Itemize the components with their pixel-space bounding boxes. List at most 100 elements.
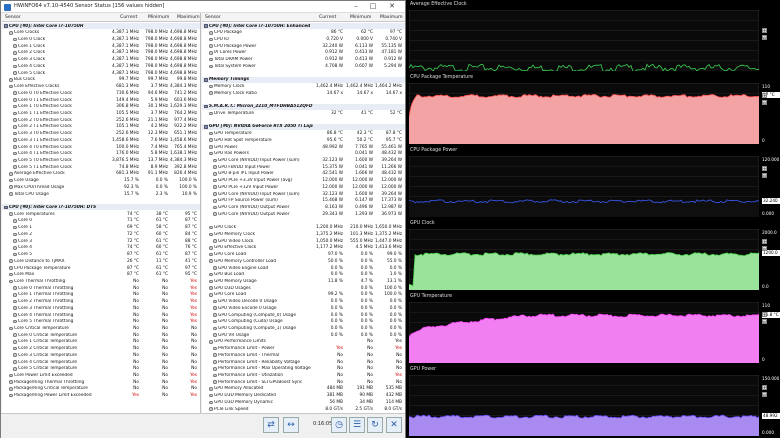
sensor-row[interactable]: Core 3 72 °C 61 °C 88 °C xyxy=(2,238,200,244)
column-sensor[interactable]: Sensor xyxy=(205,15,221,20)
sensor-row[interactable]: Drive Temperature 32 °C 41 °C 52 °C xyxy=(202,110,405,116)
sensor-group-header[interactable]: CPU [#0]: Intel Core i7-10750H: Enhanced xyxy=(202,23,405,29)
sensor-row[interactable]: Core 4 Thermal Throttling No No Yes xyxy=(2,312,200,318)
sensor-row[interactable]: CPU Package 86 °C 62 °C 97 °C xyxy=(202,30,405,36)
sensor-row[interactable]: Core 2 T0 Effective Clock 252.6 MHz 21.1 M… xyxy=(2,117,200,123)
sensor-row[interactable]: GPU 8-pin #1 Input Power 42.541 W 1.666 W 4… xyxy=(202,171,405,177)
zoom-icon[interactable]: + xyxy=(762,239,767,244)
sensor-row[interactable]: GPU Rail Powers 0.041 W 48.432 W xyxy=(202,151,405,157)
sensor-row[interactable]: GPU Video Clock 1,050.0 MHz 555.0 MHz 1,447… xyxy=(202,238,405,244)
sensor-row[interactable] xyxy=(202,97,405,103)
sensor-row[interactable]: Core 2 Clock 4,387.1 MHz 798.0 MHz 4,698.8 … xyxy=(2,50,200,56)
sensor-row[interactable]: Core 3 T0 Effective Clock 252.6 MHz 12.3 M… xyxy=(2,131,200,137)
sensor-row[interactable]: Average Effective Clock 681.3 MHz 91.1 MHz… xyxy=(2,171,200,177)
zoom-icon[interactable]: + xyxy=(762,312,767,317)
expand-icon[interactable]: ↔ xyxy=(283,417,299,433)
sensor-row[interactable]: GPU Hot Spot Temperature 95.6 °C 50.2 °C 95… xyxy=(202,137,405,143)
sensor-row[interactable]: GPU Effective Clock 1,177.2 MHz 4.5 MHz 1,4… xyxy=(202,245,405,251)
zoom-icon[interactable]: + xyxy=(762,385,767,390)
sensor-row[interactable]: GPU D3D Usages 0.0 % 100.0 % xyxy=(202,285,405,291)
sensor-row[interactable]: PCIe Link Speed 8.0 GT/s 2.5 GT/s 8.0 GT/s xyxy=(202,406,405,412)
sensor-row[interactable]: Core 5 87 °C 61 °C 87 °C xyxy=(2,251,200,257)
sensor-row[interactable]: GPU FP Source Power (sum) 15.468 W 6.147 W… xyxy=(202,198,405,204)
settings-icon[interactable]: ▫ xyxy=(762,391,767,397)
sensor-row[interactable]: Package/Ring Thermal Throttling No No Yes xyxy=(2,379,200,385)
sensor-row[interactable]: Performance Limit - Utilization No No Yes xyxy=(202,372,405,378)
sensor-row[interactable]: Memory Clock 1,462.4 MHz 1,462.4 MHz 1,464.… xyxy=(202,83,405,89)
sensor-row[interactable]: Core 4 Critical Temperature No No No xyxy=(2,359,200,365)
sensor-row[interactable]: Core 1 T0 Effective Clock 306.8 MHz 30.1 M… xyxy=(2,104,200,110)
zoom-icon[interactable]: + xyxy=(762,93,767,98)
sensor-row[interactable]: Core 3 Clock 4,387.1 MHz 798.0 MHz 4,698.8 … xyxy=(2,57,200,63)
sensor-row[interactable] xyxy=(202,70,405,76)
sensor-group-header[interactable]: GPU [#0]: NVIDIA GeForce RTX 2050 Ti Lap… xyxy=(202,123,405,130)
close-button[interactable]: ✕ xyxy=(385,1,399,13)
sensor-row[interactable]: GPU Memory Controller Load 50.0 % 0.0 % 55.… xyxy=(202,258,405,264)
sensor-row[interactable]: Core Effective Clocks 681.3 MHz 3.7 MHz 4,3… xyxy=(2,83,200,89)
sensor-row[interactable]: GPU Core (NVVDD) Input Power (sum) 32.123… xyxy=(202,157,405,163)
sensor-group-header[interactable]: S.M.A.R.T.: Micron_2210_MTFDHBA512QFD xyxy=(202,103,405,110)
sensor-row[interactable]: GPU Core Load 97.0 % 0.0 % 99.0 % xyxy=(202,251,405,257)
sensor-row[interactable]: Total System Power 4.708 W 0.607 W 5.294 W xyxy=(202,63,405,69)
sensor-row[interactable]: Core Thermal Throttling No No Yes xyxy=(2,278,200,284)
sensor-row[interactable]: Total DRAM Power 0.912 W 0.413 W 0.912 W xyxy=(202,57,405,63)
sensor-row[interactable]: Package/Ring Critical Temperature No No No xyxy=(2,386,200,392)
sensor-row[interactable]: Core 3 T1 Effective Clock 1,458.6 MHz 7.6 … xyxy=(2,137,200,143)
sensor-row[interactable]: Core 0 T0 Effective Clock 730.6 MHz 94.6 M… xyxy=(2,90,200,96)
sensor-row[interactable]: Core 4 T1 Effective Clock 176.0 MHz 5.8 MH… xyxy=(2,151,200,157)
sensor-row[interactable]: Total CPU Usage 15.7 % 2.3 % 10.9 % xyxy=(2,191,200,197)
sensor-row[interactable]: Performance Limit - SLI GPUBoost Sync No N… xyxy=(202,379,405,385)
graph-buttons[interactable]: + ▫ xyxy=(762,28,780,48)
settings-icon[interactable]: ▫ xyxy=(762,34,767,40)
sensor-row[interactable]: Performance Limit - Power Yes No Yes xyxy=(202,346,405,352)
sensor-row[interactable]: Max CPU/Thread Usage 92.3 % 0.0 % 100.0 % xyxy=(2,184,200,190)
sensor-row[interactable]: Core Distance to TjMAX 26 °C 11 °C 41 °C xyxy=(2,258,200,264)
sensor-row[interactable]: GPU Power 48.992 W 7.765 W 55.461 W xyxy=(202,144,405,150)
sensor-row[interactable]: GPU Video Engine Load 0.0 % 0.0 % 0.0 % xyxy=(202,265,405,271)
reset-icon[interactable]: ↻ xyxy=(367,417,383,433)
settings-icon[interactable]: ▫ xyxy=(762,318,767,324)
sensor-row[interactable]: GPU PCIe +12V Input Power 12.000 W 12.000 … xyxy=(202,184,405,190)
graph-buttons[interactable]: + ▫ xyxy=(762,312,780,332)
sensor-row[interactable]: Core 5 T0 Effective Clock 3,876.5 MHz 13.7… xyxy=(2,157,200,163)
sensor-row[interactable]: Core 0 Clock 4,387.1 MHz 798.0 MHz 4,698.8 … xyxy=(2,36,200,42)
sensor-group-header[interactable]: Memory Timings xyxy=(202,76,405,83)
column-header[interactable]: Sensor Current Minimum Maximum xyxy=(202,13,405,22)
sensor-row[interactable]: Core 5 Critical Temperature No No No xyxy=(2,366,200,372)
sensor-row[interactable]: GPU Performance Limits No Yes xyxy=(202,339,405,345)
sensor-row[interactable]: GPU Computing (Compute_1) Usage 0.0 % 0.0 … xyxy=(202,325,405,331)
graph-panel[interactable]: Average Effective Clock + ▫ xyxy=(407,0,780,73)
sensor-row[interactable]: Core 0 T1 Effective Clock 149.4 MHz 5.9 MH… xyxy=(2,97,200,103)
sensor-row[interactable]: GPU D3D Memory Dynamic 56 MB 34 MB 114 MB xyxy=(202,399,405,405)
sensor-row[interactable]: GPU Memory Allocated 484 MB 191 MB 535 MB xyxy=(202,386,405,392)
sensor-row[interactable]: Core 3 Thermal Throttling No No Yes xyxy=(2,305,200,311)
sensor-row[interactable]: Memory Clock Ratio 14.67 x 14.67 x 14.67 x xyxy=(202,90,405,96)
sensor-row[interactable]: Core 1 69 °C 58 °C 87 °C xyxy=(2,225,200,231)
sensor-row[interactable]: Core Clocks 4,387.1 MHz 798.0 MHz 4,698.8 M… xyxy=(2,30,200,36)
settings-icon[interactable]: ▫ xyxy=(762,245,767,251)
sensor-row[interactable]: GPU Bus Load 0.0 % 0.0 % 1.0 % xyxy=(202,272,405,278)
report-icon[interactable]: ☰ xyxy=(349,417,365,433)
sensor-row[interactable] xyxy=(2,198,200,204)
sensor-row[interactable]: GPU Memory Clock 1,375.2 MHz 101.3 MHz 1,37… xyxy=(202,231,405,237)
graph-panel[interactable]: GPU Temperature 110 86.8 °C 0 + ▫ xyxy=(407,292,780,365)
graph-buttons[interactable]: + ▫ xyxy=(762,166,780,186)
sensor-row[interactable]: Performance Limit - Reliability Voltage N… xyxy=(202,359,405,365)
column-sensor[interactable]: Sensor xyxy=(5,15,21,20)
column-minimum[interactable]: Minimum xyxy=(148,15,169,20)
sensor-row[interactable]: Core 4 74 °C 60 °C 76 °C xyxy=(2,245,200,251)
graph-buttons[interactable]: + ▫ xyxy=(762,93,780,113)
sensor-row[interactable]: Core 0 Critical Temperature No No No xyxy=(2,332,200,338)
sensor-row[interactable]: Core Power Limit Exceeded No No Yes xyxy=(2,372,200,378)
column-current[interactable]: Current xyxy=(120,15,137,20)
sensor-row[interactable]: Core 1 Critical Temperature No No No xyxy=(2,339,200,345)
column-maximum[interactable]: Maximum xyxy=(380,15,403,20)
sensor-row[interactable]: Core 2 T1 Effective Clock 105.1 MHz 4.2 MH… xyxy=(2,124,200,130)
sensor-row[interactable]: Core 1 Clock 4,387.1 MHz 798.0 MHz 4,698.8 … xyxy=(2,43,200,49)
graph-buttons[interactable]: + ▫ xyxy=(762,385,780,405)
sensor-row[interactable]: GPU Core Load 99.2 % 0.0 % 100.0 % xyxy=(202,292,405,298)
zoom-icon[interactable]: + xyxy=(762,28,767,33)
sensor-row[interactable]: GPU Temperature 86.8 °C 42.3 °C 87.8 °C xyxy=(202,131,405,137)
maximize-button[interactable]: □ xyxy=(366,1,380,13)
sensor-row[interactable]: GPU Core (NVVDD) Input Power (sum) 32.123… xyxy=(202,191,405,197)
